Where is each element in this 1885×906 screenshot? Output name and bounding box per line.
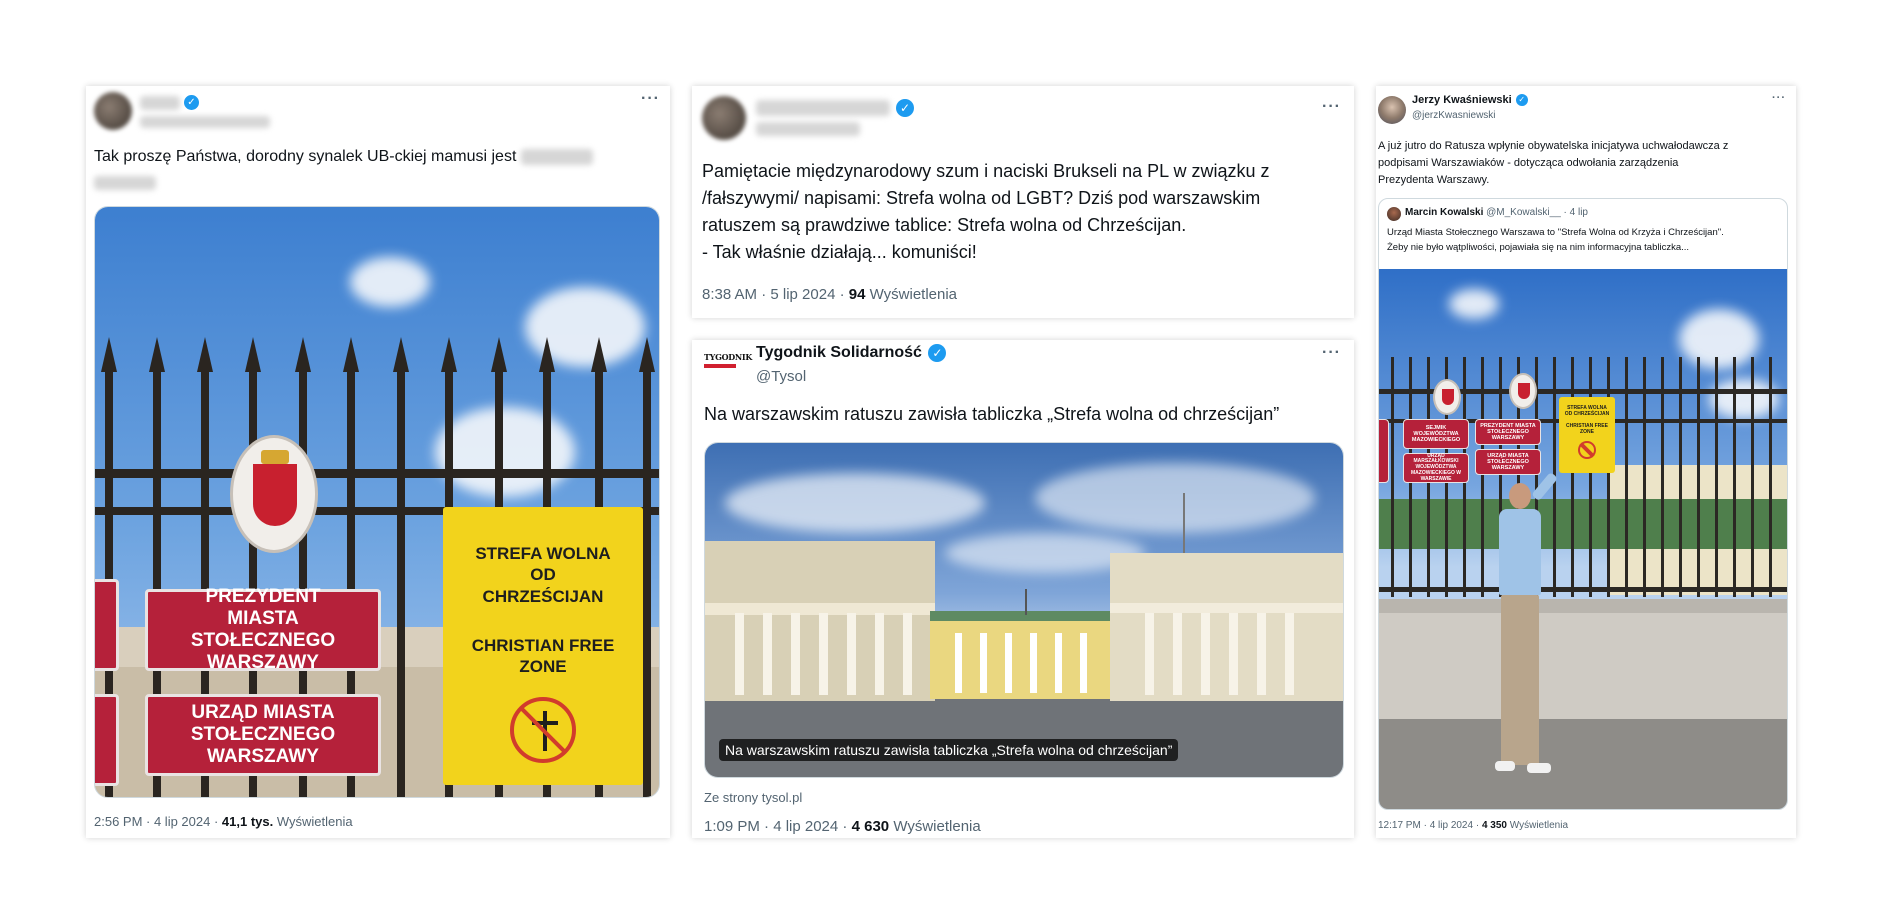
verified-badge-icon: ✓ [928,344,947,362]
more-options-icon[interactable]: ··· [641,90,660,108]
more-options-icon[interactable]: ··· [1322,98,1341,116]
views-label: Wyświetlenia [869,286,958,303]
sign-yellow-line-1: STREFA WOLNA OD CHRZEŚCIJAN [1564,405,1610,417]
views-count: 4 350 [1481,820,1507,831]
sign-yellow-line-1: STREFA WOLNA OD CHRZEŚCIJAN [475,544,611,606]
verified-badge-icon: ✓ [184,95,199,110]
sign-city-office: URZĄD MIASTA STOŁECZNEGO WARSZAWY [145,694,381,776]
timestamp-link[interactable]: 12:17 PM · 4 lip 2024 · [1378,820,1479,831]
quote-avatar[interactable] [1387,207,1401,221]
views-count: 94 [848,286,866,303]
image-caption-overlay: Na warszawskim ratuszu zawisła tabliczka… [719,739,1179,761]
quote-header: Marcin Kowalski @M_Kowalski__ · 4 lip [1405,207,1588,218]
verified-badge-icon: ✓ [1515,94,1528,107]
redacted-text [94,176,156,190]
sign-president: PREZYDENT MIASTA STOŁECZNEGO WARSZAWY [145,586,381,673]
person-figure [1489,471,1559,803]
tweet-card-4: Jerzy Kwaśniewski ✓ @jerzKwasniewski ···… [1376,86,1796,838]
redacted-text [520,148,593,165]
tweet-meta: 12:17 PM · 4 lip 2024 · 4 350 Wyświetlen… [1378,820,1568,831]
sign-partial [95,694,119,786]
no-cross-icon [1578,441,1596,459]
views-count: 41,1 tys. [221,814,274,829]
warsaw-crest-icon [1509,373,1537,409]
author-handle-blurred[interactable] [756,122,860,136]
timestamp-link[interactable]: 1:09 PM · 4 lip 2024 · [704,818,847,835]
timestamp-link[interactable]: 8:38 AM · 5 lip 2024 · [702,286,845,303]
author-handle-blurred[interactable] [140,116,270,128]
views-label: Wyświetlenia [276,814,353,829]
tweet-card-3: TYGODNIK Tygodnik Solidarność ✓ @Tysol ·… [692,340,1354,838]
tweet-text: A już jutro do Ratusza wpłynie obywatels… [1378,140,1729,186]
link-source[interactable]: Ze strony tysol.pl [704,790,802,805]
more-options-icon[interactable]: ··· [1322,344,1341,362]
author-handle[interactable]: @jerzKwasniewski [1412,110,1496,121]
author-avatar[interactable] [1378,96,1406,124]
author-name[interactable]: Jerzy Kwaśniewski ✓ [1412,94,1528,107]
author-handle[interactable]: @Tysol [756,368,806,385]
quote-photo[interactable]: SEJMIK WOJEWÓDZTWA MAZOWIECKIEGO URZĄD M… [1379,269,1787,809]
sign-christian-free-zone: STREFA WOLNA OD CHRZEŚCIJAN CHRISTIAN FR… [443,507,643,785]
sign-christian-free-zone: STREFA WOLNA OD CHRZEŚCIJAN CHRISTIAN FR… [1559,397,1615,473]
views-label: Wyświetlenia [1509,820,1569,831]
tweet-card-2: ✓ ··· Pamiętacie międzynarodowy szum i n… [692,86,1354,318]
sign-marshal-office: URZĄD MARSZAŁKOWSKI WOJEWÓDZTWA MAZOWIEC… [1403,453,1469,483]
author-name-blurred[interactable] [140,96,180,110]
verified-badge-icon: ✓ [896,99,914,117]
warsaw-crest-icon [230,435,318,553]
tweet-text: Tak proszę Państwa, dorodny synalek UB-c… [94,146,654,168]
timestamp-link[interactable]: 2:56 PM · 4 lip 2024 · [94,814,218,829]
tweet-meta: 1:09 PM · 4 lip 2024 · 4 630 Wyświetleni… [704,818,981,835]
quoted-tweet[interactable]: Marcin Kowalski @M_Kowalski__ · 4 lip Ur… [1378,198,1788,810]
tweet-text: Pamiętacie międzynarodowy szum i naciski… [702,161,1270,262]
sign-president: PREZYDENT MIASTA STOŁECZNEGO WARSZAWY [1475,419,1541,445]
views-count: 4 630 [851,818,890,835]
building-columns-graphic [735,493,1294,695]
fence-graphic [1379,357,1787,597]
no-cross-icon [510,697,576,764]
sign-partial [95,579,119,671]
quote-text: Urząd Miasta Stołecznego Warszawa to "St… [1387,227,1724,253]
author-avatar[interactable] [94,92,132,130]
sign-city-office: URZĄD MIASTA STOŁECZNEGO WARSZAWY [1475,449,1541,475]
tweet-meta: 2:56 PM · 4 lip 2024 · 41,1 tys. Wyświet… [94,814,353,829]
tweet-photo[interactable]: PREZYDENT MIASTA STOŁECZNEGO WARSZAWY UR… [94,206,660,798]
sign-partial [1379,419,1389,483]
tweet-text: Na warszawskim ratuszu zawisła tabliczka… [704,404,1280,424]
link-card-image[interactable]: Na warszawskim ratuszu zawisła tabliczka… [704,442,1344,778]
tysol-logo[interactable]: TYGODNIK [704,352,752,374]
quote-handle-time[interactable]: @M_Kowalski__ · 4 lip [1486,207,1588,218]
author-name-blurred[interactable] [756,100,890,116]
more-options-icon[interactable]: ··· [1772,92,1786,104]
author-avatar[interactable] [702,96,746,140]
mazovia-crest-icon [1433,379,1461,415]
sign-yellow-line-2: CHRISTIAN FREE ZONE [471,635,615,676]
sign-sejmik: SEJMIK WOJEWÓDZTWA MAZOWIECKIEGO [1403,419,1469,449]
quote-author-name[interactable]: Marcin Kowalski [1405,207,1483,218]
author-name[interactable]: Tygodnik Solidarność ✓ [756,344,947,362]
tweet-card-1: ✓ ··· Tak proszę Państwa, dorodny synale… [86,86,670,838]
tweet-meta: 8:38 AM · 5 lip 2024 · 94 Wyświetlenia [702,286,957,303]
sign-yellow-line-2: CHRISTIAN FREE ZONE [1566,423,1608,435]
views-label: Wyświetlenia [893,818,981,835]
